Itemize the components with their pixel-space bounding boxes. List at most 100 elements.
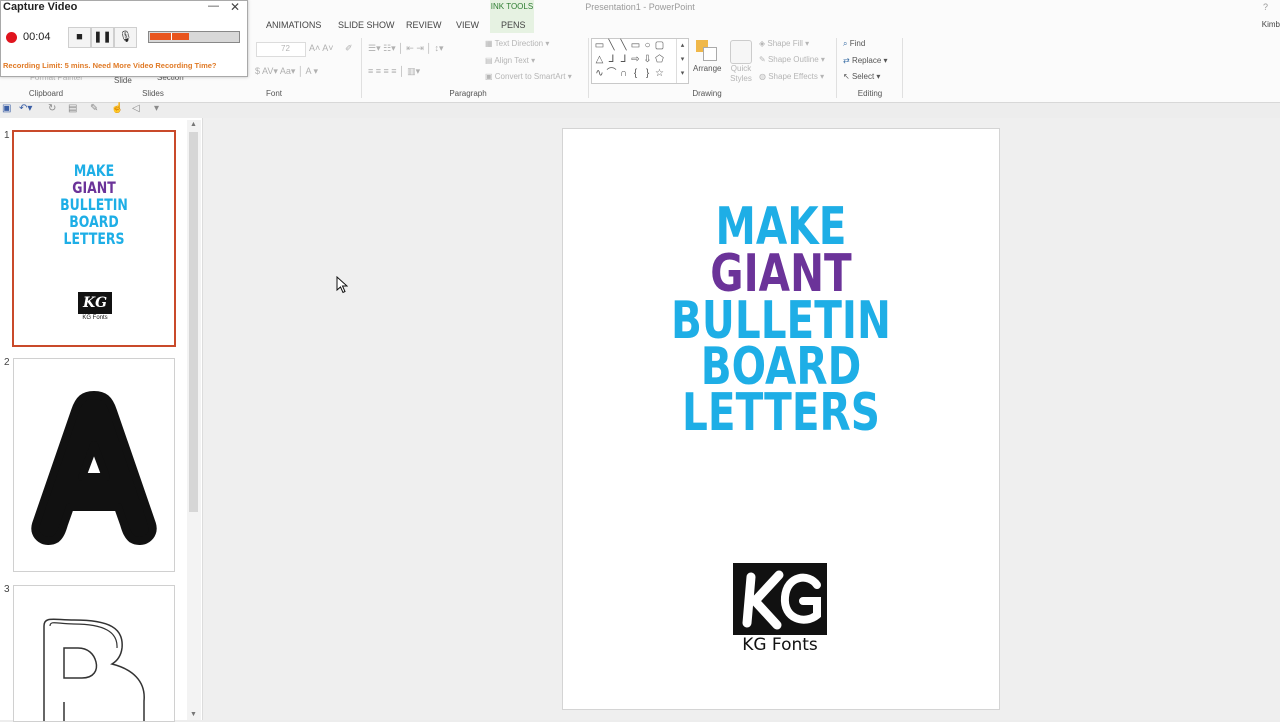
brace-right-shape-icon[interactable]: } — [642, 68, 653, 79]
find-button[interactable]: ⌕ Find — [843, 39, 865, 49]
recording-indicator-icon — [6, 32, 17, 43]
thumb1-logo-text: KG Fonts — [82, 315, 108, 321]
undo-icon[interactable]: ↶▾ — [19, 103, 32, 114]
slide-thumbnail-3[interactable] — [13, 585, 175, 722]
font-size-value: 72 — [281, 44, 290, 53]
scroll-down-icon[interactable]: ▼ — [190, 711, 197, 718]
tab-animations[interactable]: ANIMATIONS — [266, 20, 321, 30]
slide-thumbnail-2[interactable] — [13, 358, 175, 572]
editing-group-label: Editing — [857, 89, 883, 98]
elbow-shape-icon[interactable]: ⅃ — [606, 54, 617, 65]
arrange-button[interactable]: Arrange — [693, 64, 721, 73]
wave-shape-icon[interactable]: ∩ — [618, 68, 629, 79]
tab-review[interactable]: REVIEW — [406, 20, 442, 30]
rounded-rect-shape-icon[interactable]: ▢ — [654, 40, 665, 51]
save-icon[interactable]: ▣ — [2, 103, 11, 114]
slide-canvas[interactable]: MAKE GIANT BULLETIN BOARD LETTERS KG Fon… — [562, 128, 1000, 710]
quick-styles-icon[interactable] — [730, 40, 752, 64]
tab-view[interactable]: VIEW — [456, 20, 479, 30]
letter-a-icon — [31, 391, 157, 545]
elbow-arrow-shape-icon[interactable]: ⅃ — [618, 54, 629, 65]
shape-outline-button[interactable]: ✎ Shape Outline ▾ — [759, 55, 825, 64]
slides-group-label: Slides — [142, 89, 164, 98]
font-row2-icons[interactable]: $ AV▾ Aa▾ │ A ▾ — [255, 66, 318, 77]
customize-qat-icon[interactable]: ▾ — [154, 103, 159, 114]
mouse-cursor-icon — [336, 276, 348, 294]
slide-thumbnail-1[interactable]: MAKE GIANT BULLETIN BOARD LETTERS KG KG … — [12, 130, 176, 347]
start-from-beginning-icon[interactable]: ▤ — [68, 103, 77, 114]
touch-mode-icon[interactable]: ☝ — [111, 103, 123, 114]
redo-icon[interactable]: ↻ — [48, 103, 56, 114]
text-direction-button[interactable]: ▦ Text Direction ▾ — [485, 39, 549, 48]
drawing-group-label: Drawing — [692, 89, 722, 98]
arrange-icon[interactable] — [696, 40, 718, 64]
find-label: Find — [849, 39, 866, 48]
thumb1-line-make: MAKE — [73, 161, 115, 180]
tab-slide-show[interactable]: SLIDE SHOW — [338, 20, 395, 30]
clipboard-group-label: Clipboard — [28, 89, 64, 98]
user-name[interactable]: Kimb — [1262, 20, 1280, 29]
recording-limit-warning[interactable]: Recording Limit: 5 mins. Need More Video… — [3, 61, 217, 70]
shape-effects-button[interactable]: ◍ Shape Effects ▾ — [759, 72, 824, 81]
capture-window-title: Capture Video — [3, 1, 78, 13]
grow-font-icon[interactable]: A˄ A˅ — [309, 43, 334, 53]
thumb1-line-giant: GIANT — [72, 178, 116, 197]
oval-shape-icon[interactable]: ○ — [642, 40, 653, 51]
gallery-more-icon[interactable]: ▴ ▾ ▾ — [676, 39, 688, 83]
shape-outline-label: Shape Outline — [767, 55, 819, 64]
thumb1-kg-logo: KG — [78, 292, 112, 314]
kg-monogram-icon — [742, 570, 821, 630]
down-arrow-shape-icon[interactable]: ⇩ — [642, 54, 653, 65]
letter-b-icon — [43, 618, 145, 721]
pause-button[interactable]: ❚❚ — [91, 27, 114, 48]
separator — [588, 38, 589, 98]
thumb1-line-letters: LETTERS — [63, 229, 125, 248]
close-icon[interactable]: ✕ — [230, 0, 240, 14]
pen-icon[interactable]: ✎ — [90, 103, 98, 114]
help-button[interactable]: ? — [1263, 2, 1268, 12]
thumb1-title: MAKE GIANT BULLETIN BOARD LETTERS — [32, 162, 157, 247]
shape-fill-button[interactable]: ◈ Shape Fill ▾ — [759, 39, 809, 48]
stop-button[interactable]: ■ — [68, 27, 91, 48]
list-icons[interactable]: ☰▾ ☷▾ │ ⇤ ⇥ │ ↕▾ — [368, 43, 444, 54]
shape-fill-label: Shape Fill — [767, 39, 803, 48]
brace-left-shape-icon[interactable]: { — [630, 68, 641, 79]
separator — [902, 38, 903, 98]
clear-format-icon[interactable]: ✐ — [345, 43, 353, 54]
tab-pens[interactable]: PENS — [501, 20, 526, 30]
replace-button[interactable]: ⇄ Replace ▾ — [843, 56, 888, 65]
speak-icon[interactable]: ◁ — [132, 103, 140, 114]
shapes-gallery[interactable]: ▭ ╲ ╲ ▭ ○ ▢ △ ⅃ ⅃ ⇨ ⇩ ⬠ ∿ ⌒ ∩ { } ☆ ▴ ▾ ▾ — [591, 38, 689, 84]
select-label: Select — [851, 72, 875, 81]
select-button[interactable]: ↖ Select ▾ — [843, 72, 880, 81]
align-icons[interactable]: ≡ ≡ ≡ ≡ │ ▥▾ — [368, 66, 420, 77]
align-text-button[interactable]: ▤ Align Text ▾ — [485, 56, 535, 65]
rect-shape-icon[interactable]: ▭ — [630, 40, 641, 51]
slide-number-3: 3 — [4, 584, 10, 595]
shape-effects-label: Shape Effects — [768, 72, 818, 81]
arrow-line-shape-icon[interactable]: ╲ — [618, 40, 629, 51]
arc-shape-icon[interactable]: ⌒ — [606, 68, 617, 79]
slide-line-letters[interactable]: LETTERS — [611, 387, 951, 439]
right-arrow-shape-icon[interactable]: ⇨ — [630, 54, 641, 65]
kg-fonts-logo-text: KG Fonts — [742, 635, 818, 655]
quick-styles-button[interactable]: Quick Styles — [726, 64, 756, 84]
font-group-label: Font — [265, 89, 282, 98]
minimize-icon[interactable]: — — [208, 0, 219, 12]
scrollbar-thumb[interactable] — [189, 132, 198, 512]
microphone-button[interactable]: 🎙 — [114, 27, 137, 48]
convert-smartart-button[interactable]: ▣ Convert to SmartArt ▾ — [485, 72, 572, 81]
star-shape-icon[interactable]: ☆ — [654, 68, 665, 79]
textbox-shape-icon[interactable]: ▭ — [594, 40, 605, 51]
align-text-label: Align Text — [494, 56, 529, 65]
line-shape-icon[interactable]: ╲ — [606, 40, 617, 51]
scroll-up-icon[interactable]: ▲ — [190, 121, 197, 128]
paragraph-group-label: Paragraph — [449, 89, 487, 98]
kg-fonts-logo[interactable] — [733, 563, 827, 635]
pentagon-shape-icon[interactable]: ⬠ — [654, 54, 665, 65]
ink-tools-label: INK TOOLS — [490, 2, 534, 11]
triangle-shape-icon[interactable]: △ — [594, 54, 605, 65]
font-size-box[interactable]: 72 — [256, 42, 306, 57]
curve-shape-icon[interactable]: ∿ — [594, 68, 605, 79]
slide-button[interactable]: Slide — [114, 76, 132, 85]
